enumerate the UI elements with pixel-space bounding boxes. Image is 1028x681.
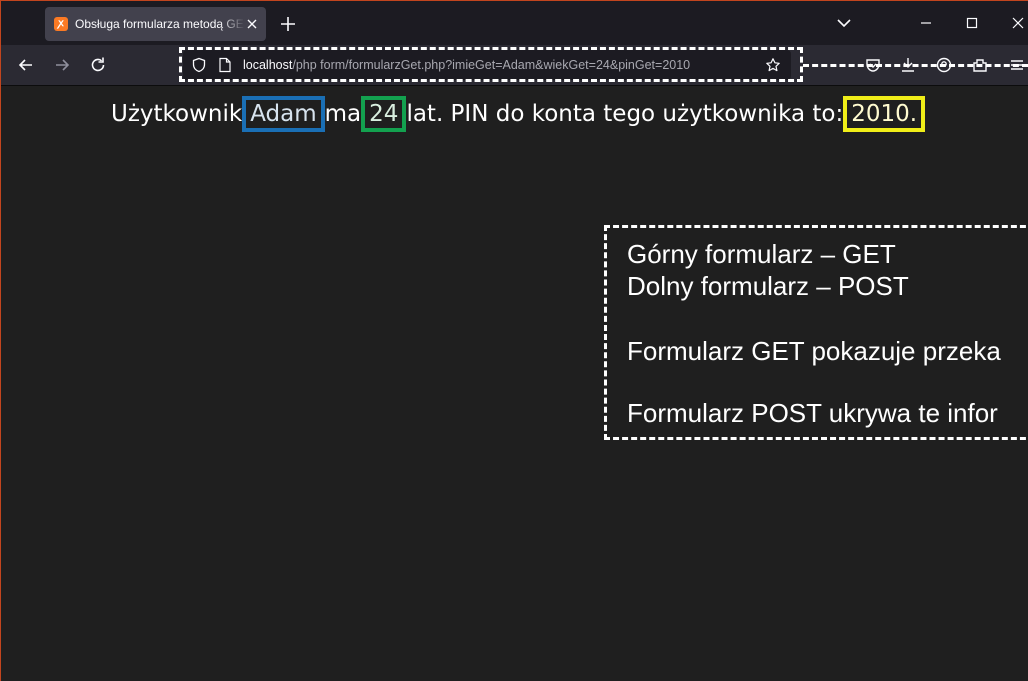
- minimize-icon[interactable]: [916, 15, 936, 31]
- annotation-dashed-line: [803, 64, 1028, 67]
- close-tab-icon[interactable]: [244, 16, 260, 32]
- highlight-age: 24: [361, 96, 407, 132]
- annotation-note-box: Górny formularz – GET Dolny formularz – …: [604, 225, 1028, 440]
- sentence-end: .: [909, 101, 918, 127]
- highlight-pin: 2010.: [843, 96, 926, 132]
- sentence-text: Użytkownik: [111, 101, 243, 127]
- pin-value: 2010: [851, 101, 910, 127]
- highlight-name: Adam: [242, 96, 325, 132]
- sentence-text: lat. PIN do konta tego użytkownika to:: [406, 101, 844, 127]
- url-path: /php form/formularzGet.php?imieGet=Adam&…: [292, 58, 691, 72]
- chevron-down-icon[interactable]: [834, 13, 854, 33]
- reload-icon[interactable]: [88, 55, 108, 75]
- sentence-text: ma: [324, 101, 362, 127]
- note-line-3: Formularz GET pokazuje przeka: [627, 336, 1001, 366]
- note-line-4: Formularz POST ukrywa te infor: [627, 398, 998, 428]
- forward-arrow-icon[interactable]: [52, 55, 72, 75]
- address-bar[interactable]: localhost/php form/formularzGet.php?imie…: [183, 50, 791, 80]
- page-content: Użytkownik Adam ma 24 lat. PIN do konta tego…: [1, 86, 1028, 681]
- result-sentence: Użytkownik Adam ma 24 lat. PIN do konta tego…: [111, 96, 926, 132]
- maximize-icon[interactable]: [962, 14, 982, 32]
- page-icon[interactable]: [218, 57, 232, 73]
- xampp-icon: ꭗ: [54, 17, 68, 31]
- close-icon[interactable]: [1008, 14, 1028, 32]
- url-text[interactable]: localhost/php form/formularzGet.php?imie…: [243, 50, 690, 80]
- tab-active[interactable]: ꭗ Obsługa formularza metodą GET: [45, 7, 266, 41]
- plus-icon[interactable]: [277, 13, 299, 35]
- star-icon[interactable]: [765, 57, 781, 73]
- tab-title: Obsługa formularza metodą GET: [75, 17, 245, 31]
- url-host: localhost: [243, 58, 293, 72]
- note-line-1: Górny formularz – GET: [627, 239, 896, 269]
- shield-icon[interactable]: [191, 57, 207, 73]
- back-arrow-icon[interactable]: [16, 55, 36, 75]
- note-line-2: Dolny formularz – POST: [627, 271, 909, 301]
- tab-strip: ꭗ Obsługa formularza metodą GET: [1, 1, 1028, 45]
